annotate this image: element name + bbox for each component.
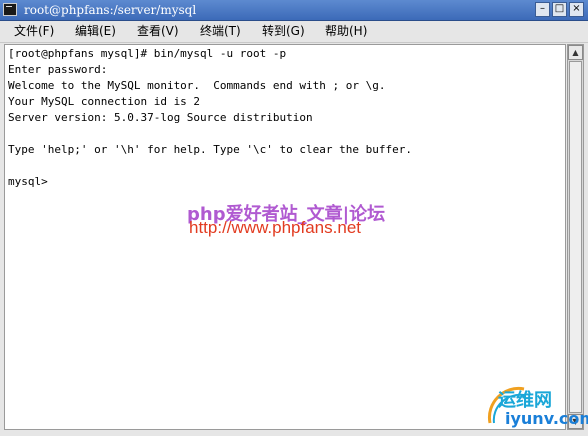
menu-file[interactable]: 文件(F) [14, 24, 54, 39]
scrollbar-thumb[interactable] [569, 61, 582, 413]
menu-bar: 文件(F) 编辑(E) 查看(V) 终端(T) 转到(G) 帮助(H) [0, 21, 588, 43]
terminal-line: Type 'help;' or '\h' for help. Type '\c'… [8, 143, 412, 156]
terminal-line: Welcome to the MySQL monitor. Commands e… [8, 79, 386, 92]
terminal-prompt: mysql> [8, 175, 48, 188]
window-title: root@phpfans:/server/mysql [24, 3, 197, 17]
menu-edit[interactable]: 编辑(E) [75, 24, 116, 39]
maximize-button[interactable]: □ [552, 2, 567, 17]
terminal-line: Your MySQL connection id is 2 [8, 95, 201, 108]
menu-terminal[interactable]: 终端(T) [200, 24, 241, 39]
terminal-app-icon[interactable] [3, 3, 17, 16]
terminal-line: Server version: 5.0.37-log Source distri… [8, 111, 313, 124]
watermark-site-url: http://www.phpfans.net [189, 218, 361, 237]
title-bar[interactable]: root@phpfans:/server/mysql – □ × [0, 0, 588, 21]
close-button[interactable]: × [569, 2, 584, 17]
minimize-button[interactable]: – [535, 2, 550, 17]
vertical-scrollbar[interactable]: ▲ ▼ [567, 44, 584, 430]
menu-help[interactable]: 帮助(H) [325, 24, 367, 39]
menu-go[interactable]: 转到(G) [262, 24, 305, 39]
terminal-line: Enter password: [8, 63, 108, 76]
terminal-window: root@phpfans:/server/mysql – □ × 文件(F) 编… [0, 0, 588, 436]
watermark-brand-domain: iyunv.com [505, 409, 588, 428]
scroll-up-arrow-icon[interactable]: ▲ [568, 45, 583, 60]
terminal-line: [root@phpfans mysql]# bin/mysql -u root … [8, 47, 287, 60]
menu-view[interactable]: 查看(V) [137, 24, 179, 39]
